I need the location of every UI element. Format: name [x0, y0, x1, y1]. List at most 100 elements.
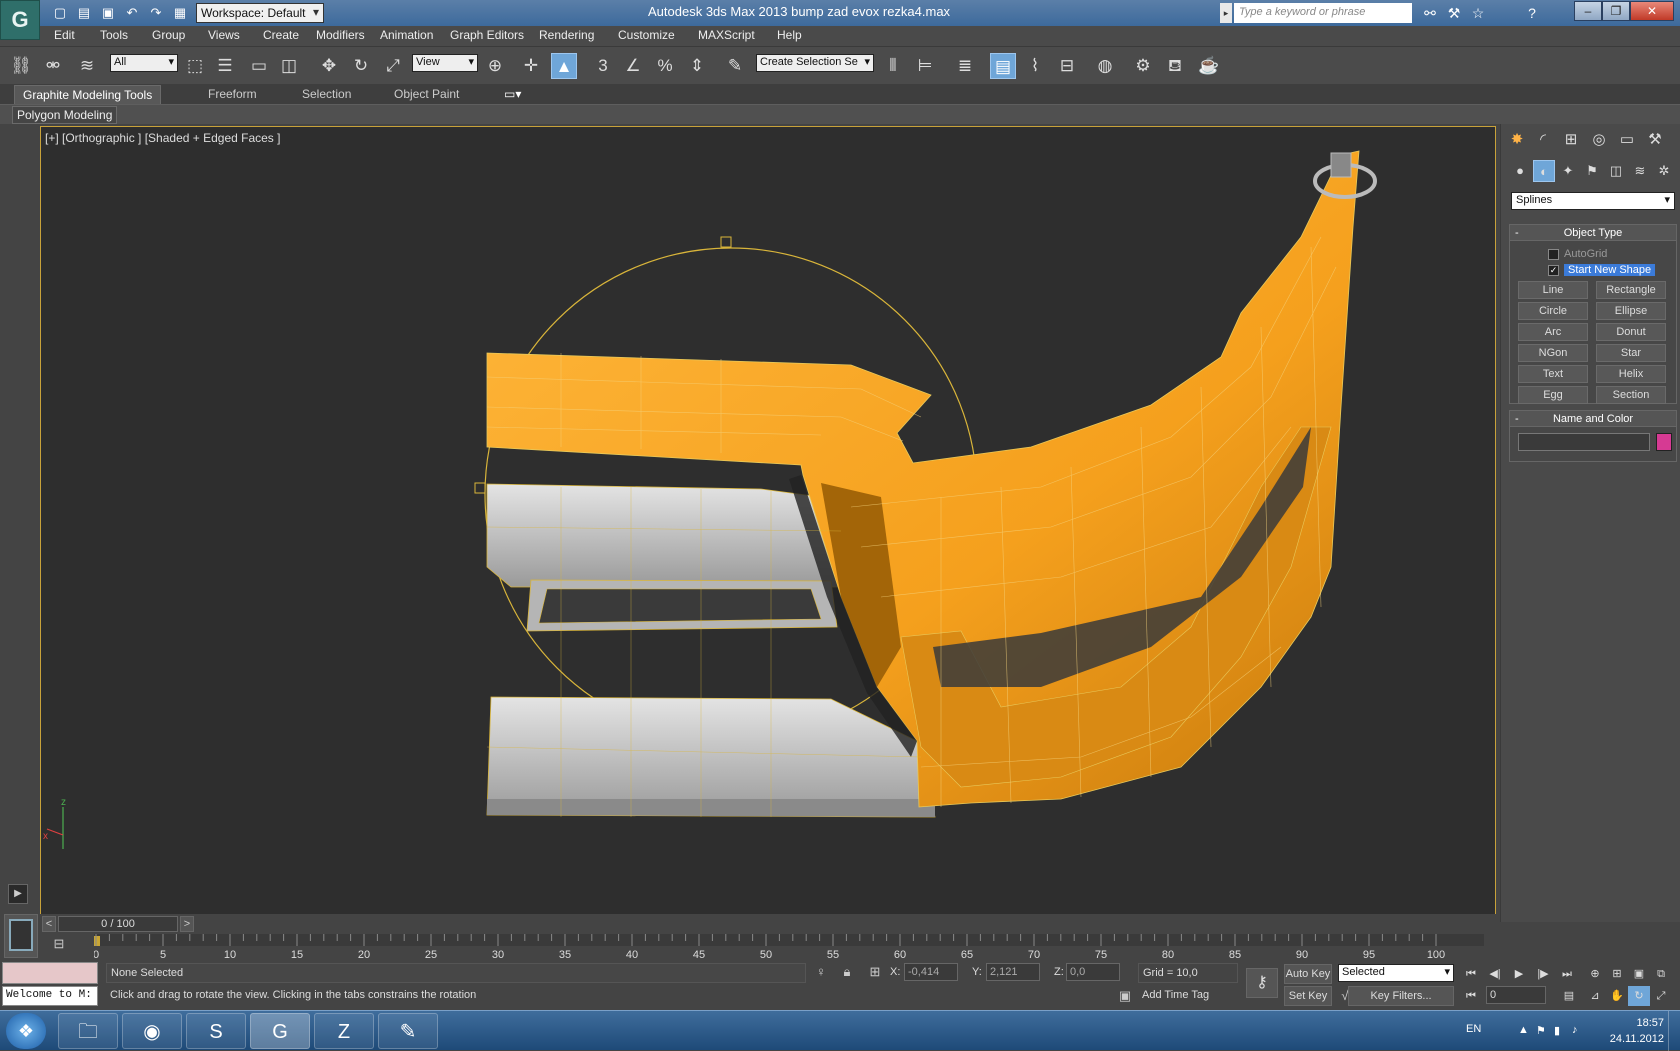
orbit-icon[interactable]: ↻ [1628, 986, 1650, 1006]
select-manipulate-icon[interactable]: ✛ [518, 53, 544, 79]
3dsmax-taskbar-icon[interactable]: G [250, 1013, 310, 1049]
snaps-toggle-icon[interactable]: 3 [590, 53, 616, 79]
space-warps-icon[interactable]: ≋ [1629, 160, 1651, 182]
edit-named-selection-icon[interactable]: ✎ [722, 53, 748, 79]
play-icon[interactable]: ▶ [1508, 964, 1530, 984]
key-mode-dropdown[interactable]: Selected [1338, 964, 1454, 982]
clock-time[interactable]: 18:57 [1614, 1017, 1664, 1029]
percent-snap-icon[interactable]: % [652, 53, 678, 79]
tray-network-icon[interactable]: ▮ [1554, 1024, 1560, 1037]
star-button[interactable]: Star [1596, 344, 1666, 362]
menu-graph-editors[interactable]: Graph Editors [450, 28, 524, 42]
named-selection-dropdown[interactable]: Create Selection Se [756, 54, 874, 72]
time-prev-button[interactable]: < [42, 916, 56, 932]
tab-graphite-modeling-tools[interactable]: Graphite Modeling Tools [14, 85, 162, 104]
menu-tools[interactable]: Tools [100, 28, 128, 42]
open-file-icon[interactable]: ▤ [74, 3, 94, 23]
ellipse-button[interactable]: Ellipse [1596, 302, 1666, 320]
maxscript-listener[interactable] [2, 962, 98, 984]
clock-date[interactable]: 24.11.2012 [1600, 1033, 1664, 1045]
donut-button[interactable]: Donut [1596, 323, 1666, 341]
hierarchy-tab-icon[interactable]: ⊞ [1559, 128, 1583, 152]
search-input[interactable]: Type a keyword or phrase [1234, 3, 1412, 23]
rect-selection-icon[interactable]: ▭ [246, 53, 272, 79]
time-tag-icon[interactable]: ▣ [1116, 988, 1134, 1006]
workspace-dropdown[interactable]: Workspace: Default [196, 3, 324, 23]
reference-coord-dropdown[interactable]: View [412, 54, 478, 72]
tab-object-paint[interactable]: Object Paint [386, 85, 467, 104]
tray-show-hidden-icon[interactable]: ▲ [1518, 1024, 1529, 1036]
menu-group[interactable]: Group [152, 28, 185, 42]
star-icon[interactable]: ☆ [1468, 3, 1488, 23]
expand-track-icon[interactable]: ▶ [8, 884, 28, 904]
set-key-button[interactable]: Set Key [1284, 986, 1332, 1006]
maximize-viewport-icon[interactable]: ⤢ [1650, 986, 1672, 1006]
tray-volume-icon[interactable]: ♪ [1572, 1024, 1578, 1036]
scale-icon[interactable]: ⤢ [380, 53, 406, 79]
time-slider[interactable]: < 0 / 100 > [40, 914, 1500, 934]
x-coord-field[interactable]: -0,414 [904, 963, 958, 981]
line-button[interactable]: Line [1518, 281, 1588, 299]
time-next-button[interactable]: > [180, 916, 194, 932]
key-filters-button[interactable]: Key Filters... [1348, 986, 1454, 1006]
bind-space-warp-icon[interactable]: ≋ [74, 53, 100, 79]
y-coord-field[interactable]: 2,121 [986, 963, 1040, 981]
selection-filter-dropdown[interactable]: All [110, 54, 178, 72]
z-coord-field[interactable]: 0,0 [1066, 963, 1120, 981]
rendered-frame-icon[interactable]: ⛾ [1162, 53, 1188, 79]
selection-lock-icon[interactable]: 🔒︎ [838, 964, 856, 982]
start-new-shape-checkbox[interactable]: ✓ [1548, 264, 1559, 276]
paint-taskbar-icon[interactable]: ✎ [378, 1013, 438, 1049]
undo-icon[interactable]: ↶ [122, 3, 142, 23]
align-icon[interactable]: ⊨ [912, 53, 938, 79]
menu-animation[interactable]: Animation [380, 28, 433, 42]
pivot-center-icon[interactable]: ⊕ [482, 53, 508, 79]
render-production-icon[interactable]: ☕ [1196, 53, 1222, 79]
object-name-input[interactable] [1518, 433, 1650, 451]
track-bar[interactable]: ⊟ 0 5 10 15 20 25 30 35 40 45 50 55 60 65 70 75 80 85 90 95… [40, 934, 1500, 960]
explorer-taskbar-icon[interactable]: 🗀 [58, 1013, 118, 1049]
polygon-modeling-tab[interactable]: Polygon Modeling [12, 106, 118, 124]
lights-icon[interactable]: ✦ [1557, 160, 1579, 182]
chrome-taskbar-icon[interactable]: ◉ [122, 1013, 182, 1049]
viewport-orthographic[interactable]: z x [+] [Orthographic ] [Shaded + Edged … [40, 126, 1496, 916]
rotate-icon[interactable]: ↻ [348, 53, 374, 79]
utilities-tab-icon[interactable]: ⚒ [1643, 128, 1667, 152]
zbrush-taskbar-icon[interactable]: Z [314, 1013, 374, 1049]
tab-selection[interactable]: Selection [294, 85, 359, 104]
isolate-selection-icon[interactable]: ♀ [812, 964, 830, 982]
track-ruler[interactable]: 0 5 10 15 20 25 30 35 40 45 50 55 60 65 70 75 80 85 90 95 10… [94, 934, 1484, 960]
time-slider-thumb[interactable]: 0 / 100 [58, 916, 178, 932]
spinner-snap-icon[interactable]: ⇕ [684, 53, 710, 79]
viewport-canvas[interactable]: z x [41, 127, 1496, 916]
helix-button[interactable]: Helix [1596, 365, 1666, 383]
object-color-swatch[interactable] [1656, 433, 1672, 451]
mini-listener-box[interactable] [4, 914, 38, 958]
search-expand-icon[interactable]: ▸ [1220, 3, 1232, 23]
menu-edit[interactable]: Edit [54, 28, 75, 42]
go-to-start-icon[interactable]: ⏮ [1460, 964, 1482, 984]
key-mode-toggle-icon[interactable]: ⏮ [1460, 986, 1482, 1006]
shapes-icon[interactable]: ◐ [1533, 160, 1555, 182]
absolute-mode-icon[interactable]: ⊞ [866, 964, 884, 982]
viewport-label[interactable]: [+] [Orthographic ] [Shaded + Edged Face… [45, 131, 280, 145]
cameras-icon[interactable]: ⚑ [1581, 160, 1603, 182]
layer-manager-icon[interactable]: ≣ [952, 53, 978, 79]
zoom-all-icon[interactable]: ⊞ [1606, 964, 1628, 984]
zoom-extents-all-icon[interactable]: ⧉ [1650, 964, 1672, 984]
next-frame-icon[interactable]: |▶ [1532, 964, 1554, 984]
systems-icon[interactable]: ✲ [1653, 160, 1675, 182]
show-desktop-button[interactable] [1668, 1011, 1680, 1051]
close-button[interactable]: ✕ [1630, 1, 1674, 21]
text-button[interactable]: Text [1518, 365, 1588, 383]
menu-modifiers[interactable]: Modifiers [316, 28, 365, 42]
tab-freeform[interactable]: Freeform [200, 85, 265, 104]
section-button[interactable]: Section [1596, 386, 1666, 404]
select-by-name-icon[interactable]: ☰ [212, 53, 238, 79]
autogrid-checkbox[interactable] [1548, 248, 1559, 260]
go-to-end-icon[interactable]: ⏭ [1556, 964, 1578, 984]
field-of-view-icon[interactable]: ⊿ [1584, 986, 1606, 1006]
help-icon[interactable]: ? [1522, 3, 1542, 23]
egg-button[interactable]: Egg [1518, 386, 1588, 404]
app-logo-icon[interactable]: G [0, 0, 40, 40]
